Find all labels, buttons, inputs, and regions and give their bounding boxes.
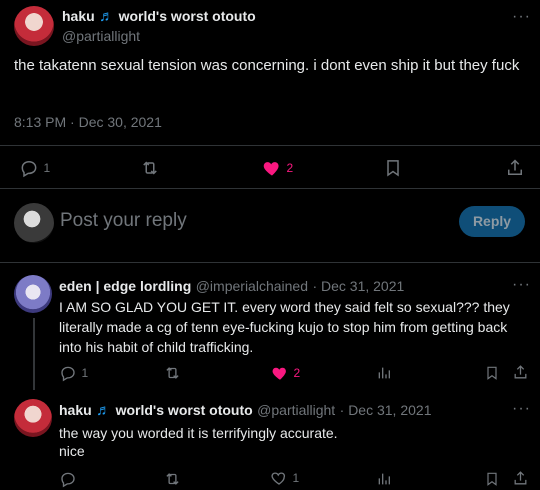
retweet-icon[interactable]: [139, 158, 161, 178]
heart-filled-icon: [271, 364, 289, 382]
divider: [0, 145, 540, 146]
reply-text-line: nice: [59, 443, 85, 459]
analytics-icon[interactable]: [376, 364, 392, 382]
retweet-icon[interactable]: [163, 364, 182, 382]
like-count: 1: [292, 471, 300, 485]
author-avatar[interactable]: [14, 6, 54, 46]
reply-icon: [19, 158, 39, 178]
like-action[interactable]: 1: [270, 469, 299, 487]
heart-outline-icon: [270, 469, 288, 487]
reply-author-line: haku ♬ world's worst otouto @partialligh…: [59, 402, 431, 420]
share-icon[interactable]: [512, 363, 529, 382]
like-count: 2: [293, 366, 301, 380]
tweet-timestamp[interactable]: 8:13 PM · Dec 30, 2021: [14, 114, 162, 130]
reply-author-handle[interactable]: @partiallight: [257, 402, 335, 418]
reply-action[interactable]: 1: [59, 364, 88, 382]
reply-action[interactable]: 1: [19, 158, 50, 178]
share-icon[interactable]: [505, 157, 525, 179]
more-options-icon[interactable]: ···: [512, 400, 531, 418]
author-name-suffix[interactable]: world's worst otouto: [119, 8, 256, 24]
analytics-icon[interactable]: [376, 470, 392, 488]
reply-count: 1: [81, 366, 89, 380]
reply-icon: [59, 364, 77, 382]
reply-input[interactable]: Post your reply: [60, 210, 187, 232]
author-handle[interactable]: @partiallight: [62, 28, 140, 44]
divider: [0, 188, 540, 189]
divider: [0, 262, 540, 263]
music-note-icon: ♬: [99, 8, 115, 25]
author-name[interactable]: haku: [62, 8, 95, 24]
reply-count: 1: [43, 161, 51, 175]
reply-button[interactable]: Reply: [459, 206, 525, 237]
reply-author-name[interactable]: haku: [59, 402, 92, 418]
reply-date[interactable]: · Dec 31, 2021: [340, 402, 432, 418]
reply-author-avatar[interactable]: [14, 275, 52, 313]
tweet-text: the takatenn sexual tension was concerni…: [14, 57, 520, 74]
author-line: haku ♬ world's worst otouto: [62, 8, 256, 26]
thread-line: [33, 318, 35, 390]
reply-icon[interactable]: [59, 470, 77, 488]
retweet-icon[interactable]: [163, 470, 182, 488]
more-options-icon[interactable]: ···: [512, 276, 531, 294]
reply-date[interactable]: · Dec 31, 2021: [312, 278, 404, 294]
bookmark-icon[interactable]: [484, 364, 500, 382]
current-user-avatar[interactable]: [14, 203, 54, 243]
more-options-icon[interactable]: ···: [512, 8, 531, 26]
reply-author-avatar[interactable]: [14, 399, 52, 437]
reply-author-name-suffix[interactable]: world's worst otouto: [116, 402, 253, 418]
bookmark-icon[interactable]: [484, 470, 500, 488]
heart-filled-icon: [262, 158, 282, 178]
reply-text: I AM SO GLAD YOU GET IT. every word they…: [59, 299, 510, 355]
like-action[interactable]: 2: [262, 158, 293, 178]
reply-author-line: eden | edge lordling @imperialchained · …: [59, 278, 404, 296]
music-note-icon: ♬: [96, 402, 112, 419]
reply-author-handle[interactable]: @imperialchained: [196, 278, 308, 294]
share-icon[interactable]: [512, 469, 529, 488]
reply-author-name[interactable]: eden | edge lordling: [59, 278, 191, 294]
like-count: 2: [286, 161, 294, 175]
like-action[interactable]: 2: [271, 364, 300, 382]
reply-text-line: the way you worded it is terrifyingly ac…: [59, 425, 338, 441]
bookmark-icon[interactable]: [383, 157, 403, 179]
